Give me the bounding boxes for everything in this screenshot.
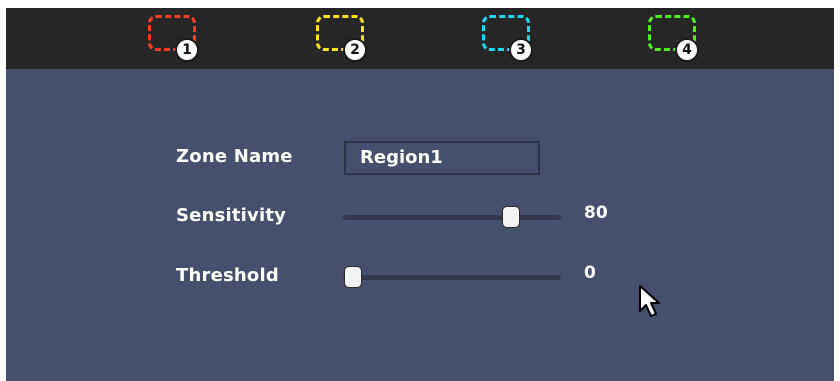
zone-selector-bar: 1 2 3 4 bbox=[6, 8, 834, 69]
threshold-slider-thumb[interactable] bbox=[345, 267, 361, 287]
zone-tab-3[interactable]: 3 bbox=[482, 15, 542, 65]
sensitivity-label: Sensitivity bbox=[176, 205, 287, 226]
zone-name-label: Zone Name bbox=[176, 146, 293, 167]
mouse-cursor-icon bbox=[639, 285, 660, 317]
threshold-slider[interactable] bbox=[343, 266, 561, 290]
zone-3-number: 3 bbox=[509, 38, 533, 62]
zone-tab-2[interactable]: 2 bbox=[316, 15, 376, 65]
threshold-label: Threshold bbox=[176, 265, 279, 286]
zone-tab-1[interactable]: 1 bbox=[148, 15, 208, 65]
zone-tab-4[interactable]: 4 bbox=[648, 15, 708, 65]
sensitivity-slider-track bbox=[343, 215, 561, 220]
zone-1-number: 1 bbox=[175, 38, 199, 62]
zone-4-number: 4 bbox=[675, 38, 699, 62]
zone-2-number: 2 bbox=[343, 38, 367, 62]
threshold-slider-track bbox=[343, 275, 561, 280]
sensitivity-value: 80 bbox=[584, 203, 608, 223]
threshold-value: 0 bbox=[584, 263, 596, 283]
sensitivity-slider-thumb[interactable] bbox=[503, 207, 520, 227]
motion-zone-panel: 1 2 3 4 Zone Name Region1 Sensitivity 80… bbox=[6, 8, 834, 381]
zone-name-input[interactable]: Region1 bbox=[344, 141, 540, 175]
sensitivity-slider[interactable] bbox=[343, 206, 561, 230]
